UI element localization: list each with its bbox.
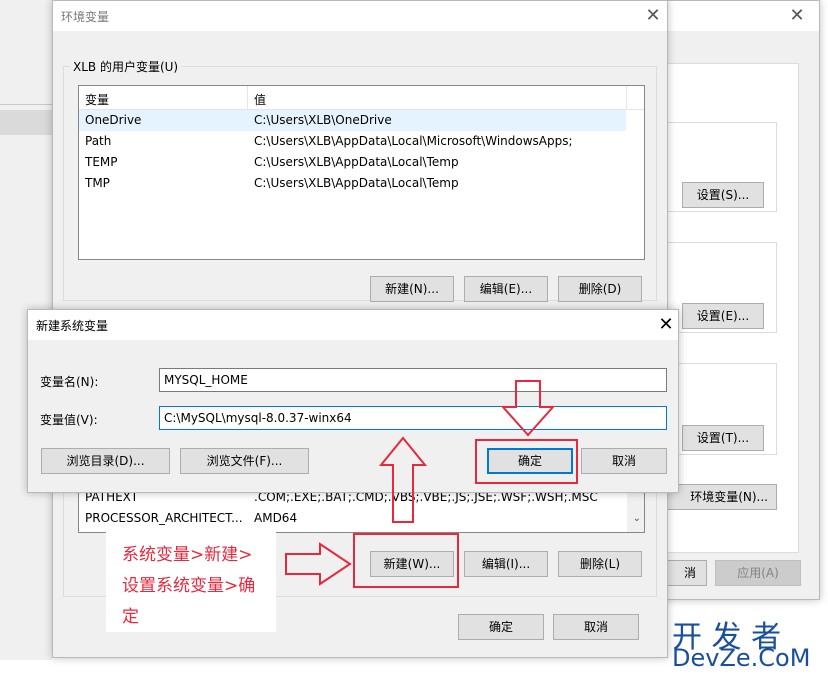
user-variables-list[interactable]: 变量 值 OneDrive C:\Users\XLB\OneDrive Path… [78,85,645,260]
variable-value-label: 变量值(V): [40,413,98,427]
table-row[interactable]: TEMP C:\Users\XLB\AppData\Local\Temp [79,152,644,173]
var-value: C:\Users\XLB\AppData\Local\Temp [254,155,459,169]
var-value: C:\Users\XLB\AppData\Local\Temp [254,176,459,190]
env-cancel-button[interactable]: 取消 [553,614,639,640]
left-panel-selected [0,110,52,135]
env-dialog-title: 环境变量 [61,10,110,24]
env-ok-button[interactable]: 确定 [458,614,544,640]
column-separator[interactable] [626,86,627,110]
var-name: TMP [85,176,110,190]
user-list-header: 变量 值 [79,86,644,110]
highlight-system-new-box [353,533,459,588]
profile-settings-button[interactable]: 设置(E)... [682,303,764,329]
scroll-down-icon[interactable]: ⌄ [633,513,641,524]
column-separator[interactable] [247,86,248,110]
new-var-close-icon[interactable]: ✕ [646,310,686,340]
new-var-cancel-button[interactable]: 取消 [581,448,667,474]
env-close-icon[interactable]: ✕ [633,1,673,31]
var-value: AMD64 [254,511,298,525]
left-panel-divider [0,104,52,105]
user-variables-group-label: XLB 的用户变量(U) [70,58,182,75]
var-name: Path [85,134,112,148]
highlight-ok-box [475,439,578,484]
var-name: OneDrive [85,113,142,127]
user-delete-button[interactable]: 删除(D) [558,276,642,302]
new-var-titlebar: 新建系统变量 [28,310,678,340]
annotation-line-1: 系统变量>新建> [122,545,253,565]
table-row[interactable]: OneDrive C:\Users\XLB\OneDrive [79,110,626,131]
variable-value-field[interactable]: C:\MySQL\mysql-8.0.37-winx64 [159,406,667,430]
browse-file-button[interactable]: 浏览文件(F)... [180,448,309,474]
watermark-en: DevZe.CoM [672,644,811,672]
var-value: C:\Users\XLB\AppData\Local\Microsoft\Win… [254,134,573,148]
env-titlebar: 环境变量 [53,1,667,31]
annotation-line-3: 定 [122,607,139,627]
table-row[interactable]: Path C:\Users\XLB\AppData\Local\Microsof… [79,131,644,152]
variable-name-label: 变量名(N): [40,375,99,389]
apply-button[interactable]: 应用(A) [715,560,801,586]
column-header-variable[interactable]: 变量 [85,91,109,108]
system-delete-button[interactable]: 删除(L) [558,551,642,577]
system-edit-button[interactable]: 编辑(I)... [464,551,548,577]
var-value: C:\Users\XLB\OneDrive [254,113,392,127]
performance-settings-button[interactable]: 设置(S)... [682,182,764,208]
variable-name-field[interactable]: MYSQL_HOME [159,368,667,392]
new-var-dialog-title: 新建系统变量 [36,319,109,333]
bg-close-icon[interactable]: ✕ [777,1,817,31]
user-new-button[interactable]: 新建(N)... [370,276,454,302]
var-name: TEMP [85,155,118,169]
new-system-variable-dialog: 新建系统变量 ✕ 变量名(N): MYSQL_HOME 变量值(V): C:\M… [27,309,679,493]
annotation-line-2: 设置系统变量>确 [122,576,256,596]
browse-directory-button[interactable]: 浏览目录(D)... [41,448,170,474]
startup-settings-button[interactable]: 设置(T)... [682,425,764,451]
table-row[interactable]: PROCESSOR_ARCHITECT... AMD64 [79,508,626,529]
user-edit-button[interactable]: 编辑(E)... [464,276,548,302]
column-header-value[interactable]: 值 [254,91,266,108]
table-row[interactable]: TMP C:\Users\XLB\AppData\Local\Temp [79,173,644,194]
var-name: PROCESSOR_ARCHITECT... [85,511,243,525]
